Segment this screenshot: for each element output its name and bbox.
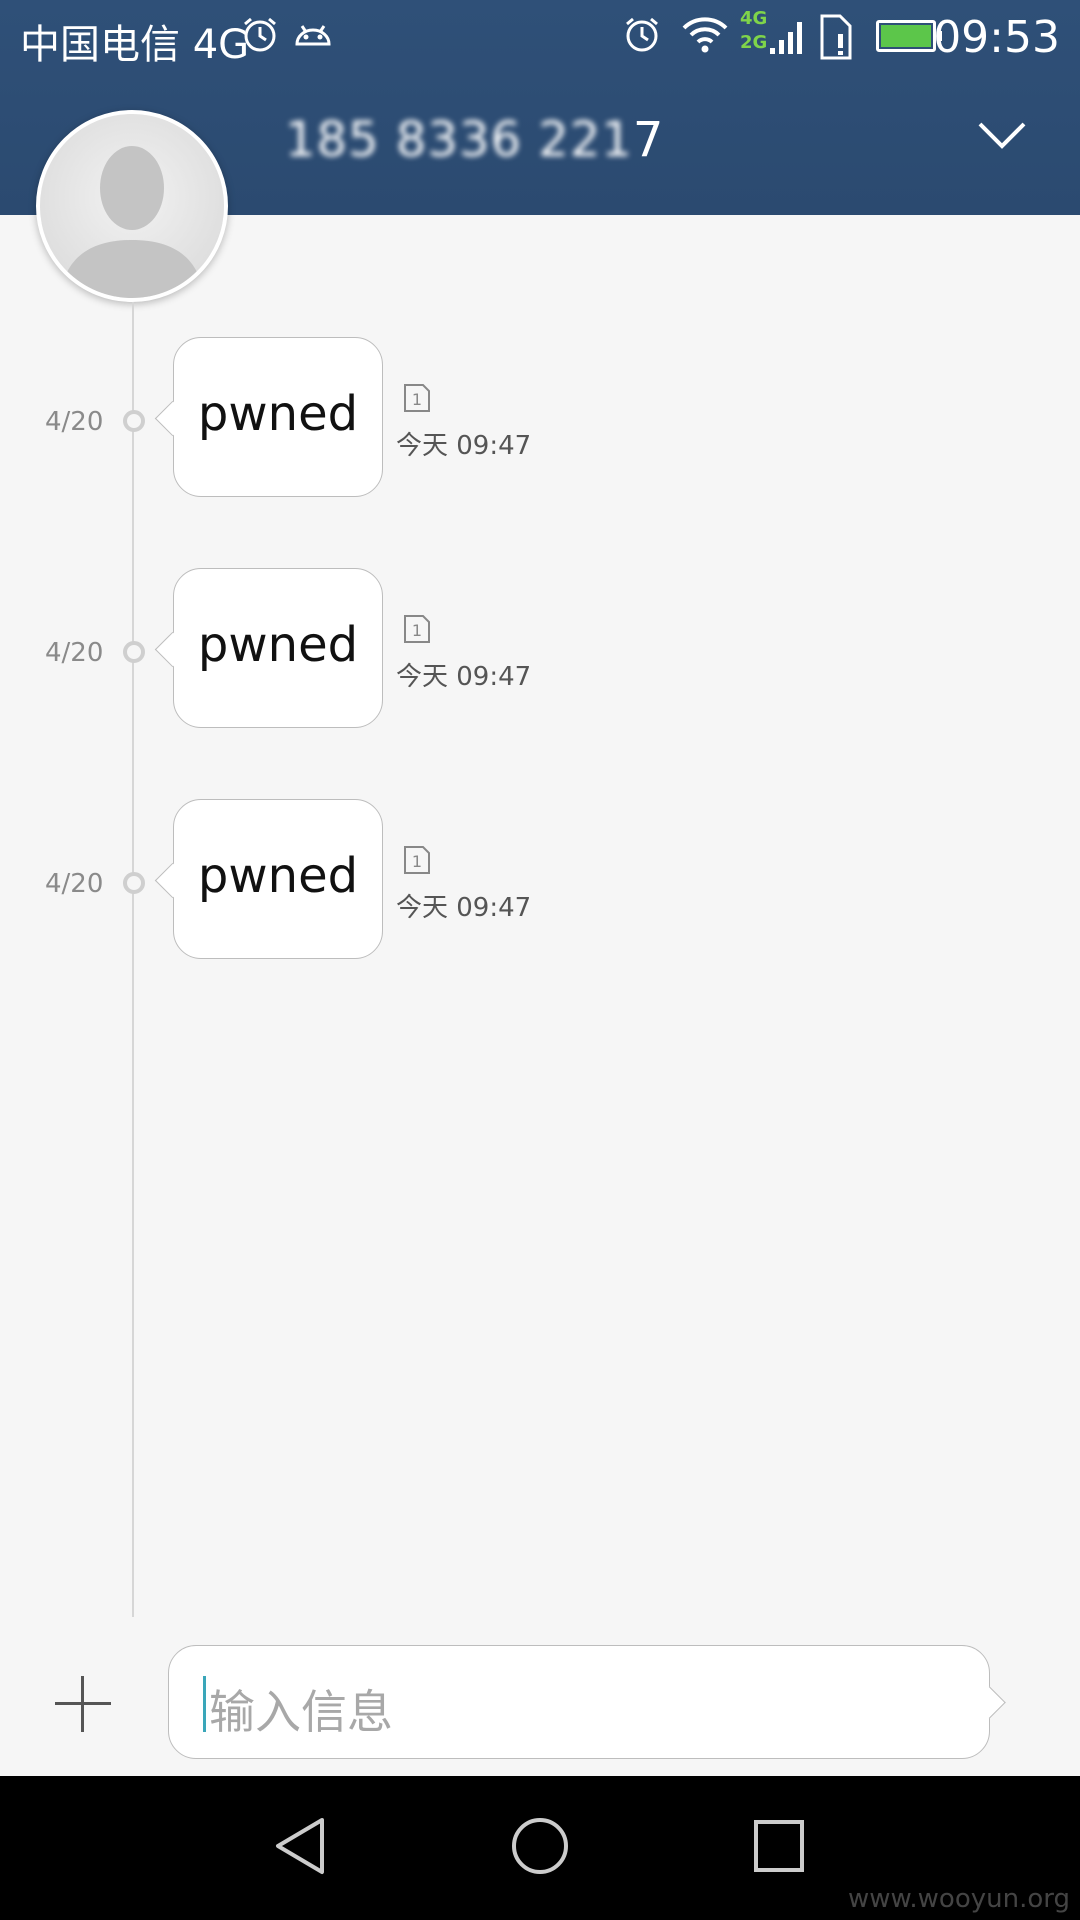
- network-type-upper: 4G: [740, 8, 768, 29]
- message-item[interactable]: 4/20 pwned 1 今天 09:47: [0, 568, 1080, 733]
- message-text: pwned: [197, 386, 359, 442]
- composer-bar: 输入信息: [0, 1620, 1080, 1775]
- message-date: 4/20: [45, 407, 104, 437]
- chevron-down-icon[interactable]: [976, 118, 1028, 158]
- message-time: 今天 09:47: [396, 662, 532, 692]
- message-item[interactable]: 4/20 pwned 1 今天 09:47: [0, 799, 1080, 964]
- android-debug-icon: [292, 14, 334, 64]
- message-time: 今天 09:47: [396, 431, 532, 461]
- message-bubble[interactable]: pwned: [154, 337, 383, 497]
- alarm-icon: [622, 14, 662, 64]
- contact-number[interactable]: 185 8336 2217: [285, 112, 664, 168]
- status-time: 09:53: [933, 12, 1060, 63]
- message-bubble[interactable]: pwned: [154, 799, 383, 959]
- recents-icon[interactable]: [752, 1814, 808, 1882]
- message-time: 今天 09:47: [396, 893, 532, 923]
- signal-icon: [770, 14, 804, 68]
- contact-number-blurred: 185 8336 221: [285, 112, 633, 168]
- message-input[interactable]: 输入信息: [168, 1645, 1006, 1759]
- wifi-icon: [680, 14, 730, 64]
- message-item[interactable]: 4/20 pwned 1 今天 09:47: [0, 337, 1080, 502]
- carrier-label: 中国电信 4G: [20, 22, 250, 68]
- alarm-icon: [240, 14, 280, 64]
- text-caret: [203, 1676, 206, 1732]
- sim-card-icon: 1: [402, 383, 432, 417]
- contact-number-visible: 7: [632, 112, 665, 168]
- system-nav-bar: www.wooyun.org: [0, 1776, 1080, 1920]
- message-bubble[interactable]: pwned: [154, 568, 383, 728]
- back-icon[interactable]: [272, 1814, 328, 1882]
- network-type-lower: 2G: [740, 32, 768, 53]
- home-icon[interactable]: [510, 1814, 570, 1882]
- message-date: 4/20: [45, 869, 104, 899]
- sim-icon: [816, 14, 856, 72]
- timeline-dot: [123, 641, 145, 663]
- sim-label: 1: [412, 852, 422, 871]
- person-silhouette-icon: [40, 114, 224, 298]
- watermark: www.wooyun.org: [847, 1884, 1070, 1914]
- sim-card-icon: 1: [402, 614, 432, 648]
- contact-avatar[interactable]: [36, 110, 228, 302]
- message-input-placeholder: 输入信息: [209, 1685, 393, 1739]
- status-bar: 中国电信 4G 4G 2G 09:53: [0, 0, 1080, 72]
- message-text: pwned: [197, 617, 359, 673]
- timeline-dot: [123, 410, 145, 432]
- message-text: pwned: [197, 848, 359, 904]
- message-date: 4/20: [45, 638, 104, 668]
- sim-label: 1: [412, 390, 422, 409]
- sim-label: 1: [412, 621, 422, 640]
- add-attachment-button[interactable]: [55, 1676, 111, 1732]
- battery-charging-icon: [876, 20, 942, 52]
- sim-card-icon: 1: [402, 845, 432, 879]
- timeline-dot: [123, 872, 145, 894]
